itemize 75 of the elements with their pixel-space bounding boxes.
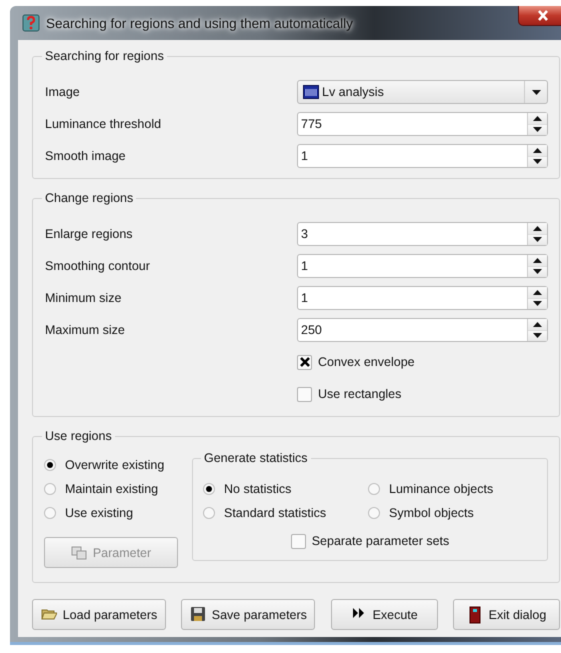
windows-icon bbox=[70, 546, 87, 560]
dropdown-arrow-icon bbox=[532, 90, 540, 94]
spin-box[interactable]: 3 bbox=[297, 222, 548, 246]
spin-up-button[interactable] bbox=[528, 113, 547, 124]
triangle-down-icon bbox=[533, 237, 542, 242]
triangle-up-icon bbox=[533, 258, 542, 263]
dialog-button[interactable]: Load parameters bbox=[32, 599, 166, 630]
spin-box[interactable]: 1 bbox=[297, 144, 548, 168]
field-label: Enlarge regions bbox=[44, 227, 134, 241]
spin-down-button[interactable] bbox=[528, 156, 547, 167]
spin-up-button[interactable] bbox=[528, 319, 547, 330]
radio-button[interactable] bbox=[44, 483, 56, 495]
triangle-down-icon bbox=[533, 269, 542, 274]
group-title: Generate statistics bbox=[203, 451, 309, 465]
radio-button[interactable] bbox=[44, 507, 56, 519]
close-button[interactable] bbox=[518, 6, 561, 26]
dialog-button[interactable]: Exit dialog bbox=[452, 599, 560, 630]
field-label: Smooth image bbox=[44, 149, 127, 163]
field-label: Maximum size bbox=[44, 323, 126, 337]
radio-label: No statistics bbox=[224, 482, 292, 496]
door-icon bbox=[466, 606, 483, 624]
field-label: Luminance threshold bbox=[44, 117, 162, 131]
spin-down-button[interactable] bbox=[528, 234, 547, 245]
spin-box[interactable]: 250 bbox=[297, 318, 548, 342]
group-title: Searching for regions bbox=[44, 49, 165, 63]
triangle-down-icon bbox=[533, 333, 542, 338]
spin-box[interactable]: 775 bbox=[297, 112, 548, 136]
spin-down-button[interactable] bbox=[528, 124, 547, 135]
cross-icon bbox=[300, 357, 310, 367]
checkbox-label: Separate parameter sets bbox=[312, 534, 450, 548]
spin-up-button[interactable] bbox=[528, 145, 547, 156]
checkbox[interactable] bbox=[290, 534, 306, 548]
triangle-up-icon bbox=[533, 148, 542, 153]
dialog-button[interactable]: Save parameters bbox=[181, 599, 316, 630]
triangle-up-icon bbox=[533, 116, 542, 121]
spin-down-button[interactable] bbox=[528, 266, 547, 277]
radio-button[interactable] bbox=[44, 459, 56, 471]
dialog-button[interactable]: Execute bbox=[330, 599, 438, 630]
checkbox-label: Convex envelope bbox=[318, 355, 415, 369]
triangle-down-icon bbox=[533, 301, 542, 306]
field-label: Minimum size bbox=[44, 291, 122, 305]
radio-label: Standard statistics bbox=[224, 506, 326, 520]
spin-box[interactable]: 1 bbox=[297, 286, 548, 310]
triangle-down-icon bbox=[533, 127, 542, 132]
dropdown[interactable]: Lv analysis bbox=[297, 80, 548, 104]
help-icon bbox=[22, 14, 40, 32]
group-title: Use regions bbox=[44, 429, 113, 443]
checkbox[interactable] bbox=[297, 354, 312, 370]
window-title: Searching for regions and using them automatically bbox=[46, 16, 353, 30]
radio-label: Luminance objects bbox=[389, 482, 494, 496]
spin-down-button[interactable] bbox=[528, 298, 547, 309]
triangle-up-icon bbox=[533, 290, 542, 295]
spin-up-button[interactable] bbox=[528, 287, 547, 298]
triangle-down-icon bbox=[533, 159, 542, 164]
radio-label: Use existing bbox=[65, 506, 134, 520]
checkbox[interactable] bbox=[297, 386, 312, 402]
spin-up-button[interactable] bbox=[528, 255, 547, 266]
spin-box[interactable]: 1 bbox=[297, 254, 548, 278]
checkbox-label: Use rectangles bbox=[318, 387, 402, 401]
radio-label: Maintain existing bbox=[65, 482, 158, 496]
chart-icon bbox=[303, 85, 319, 99]
radio-button[interactable] bbox=[203, 507, 215, 519]
triangle-up-icon bbox=[533, 226, 542, 231]
field-label: Smoothing contour bbox=[44, 259, 151, 273]
radio-button[interactable] bbox=[203, 483, 215, 495]
close-icon bbox=[537, 10, 549, 21]
spin-up-button[interactable] bbox=[528, 223, 547, 234]
triangle-up-icon bbox=[533, 322, 542, 327]
radio-label: Overwrite existing bbox=[65, 458, 164, 472]
spin-down-button[interactable] bbox=[528, 330, 547, 341]
radio-button[interactable] bbox=[368, 507, 380, 519]
radio-label: Symbol objects bbox=[389, 506, 474, 520]
group-title: Change regions bbox=[44, 191, 134, 205]
field-label: Image bbox=[44, 85, 81, 99]
radio-button[interactable] bbox=[368, 483, 380, 495]
